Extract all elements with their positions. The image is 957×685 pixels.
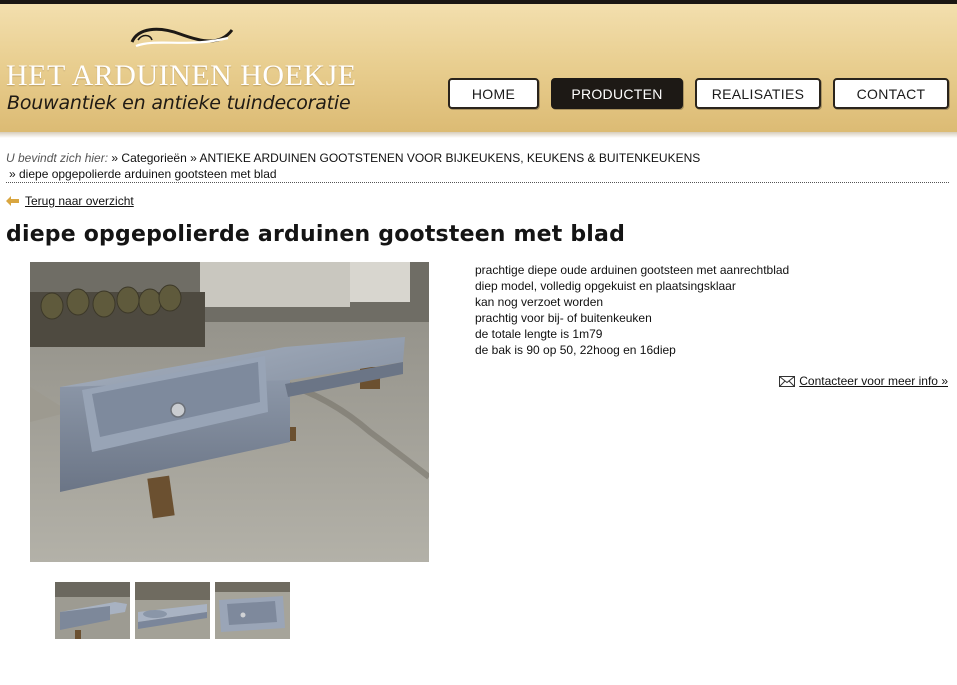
description-line: diep model, volledig opgekuist en plaats… [475,279,736,293]
description-line: kan nog verzoet worden [475,295,604,309]
product-title: diepe opgepolierde arduinen gootsteen me… [6,222,626,247]
logo-title[interactable]: HET ARDUINEN HOEKJE [6,59,357,93]
nav-realisaties[interactable]: REALISATIES [695,78,821,109]
nav-home[interactable]: HOME [448,78,539,109]
nav-contact[interactable]: CONTACT [833,78,949,109]
swash-ornament-icon [130,27,234,48]
site-header: HET ARDUINEN HOEKJE Bouwantiek en antiek… [0,4,957,132]
breadcrumb-item-categorieen[interactable]: » Categorieën [111,151,186,165]
back-link-row: Terug naar overzicht [6,194,134,208]
product-thumbnail-2[interactable] [135,582,210,639]
thumbnail-image [55,582,130,639]
contact-for-info-link[interactable]: Contacteer voor meer info » [799,374,948,388]
thumbnail-image [215,582,290,639]
main-product-photo[interactable] [30,262,429,562]
product-thumbnail-1[interactable] [55,582,130,639]
logo-subtitle: Bouwantiek en antieke tuindecoratie [7,92,351,114]
breadcrumb-divider [6,182,949,183]
back-arrow-icon [6,196,19,206]
breadcrumb-item-current: » diepe opgepolierde arduinen gootsteen … [9,167,277,181]
envelope-icon [779,375,796,387]
description-line: de bak is 90 op 50, 22hoog en 16diep [475,343,676,357]
thumbnail-image [135,582,210,639]
product-description: prachtige diepe oude arduinen gootsteen … [475,262,945,358]
contact-row: Contacteer voor meer info » [779,374,948,388]
breadcrumb-prefix: U bevindt zich hier: [6,151,109,165]
breadcrumb-item-category[interactable]: » ANTIEKE ARDUINEN GOOTSTENEN VOOR BIJKE… [190,151,700,165]
description-line: prachtige diepe oude arduinen gootsteen … [475,263,790,277]
sink-photo-illustration [30,262,429,562]
breadcrumb: U bevindt zich hier: » Categorieën » ANT… [6,150,949,182]
back-to-overview-link[interactable]: Terug naar overzicht [25,194,134,208]
header-shadow [0,132,957,138]
description-line: prachtig voor bij- of buitenkeuken [475,311,652,325]
nav-producten[interactable]: PRODUCTEN [551,78,683,109]
description-line: de totale lengte is 1m79 [475,327,603,341]
product-thumbnail-3[interactable] [215,582,290,639]
